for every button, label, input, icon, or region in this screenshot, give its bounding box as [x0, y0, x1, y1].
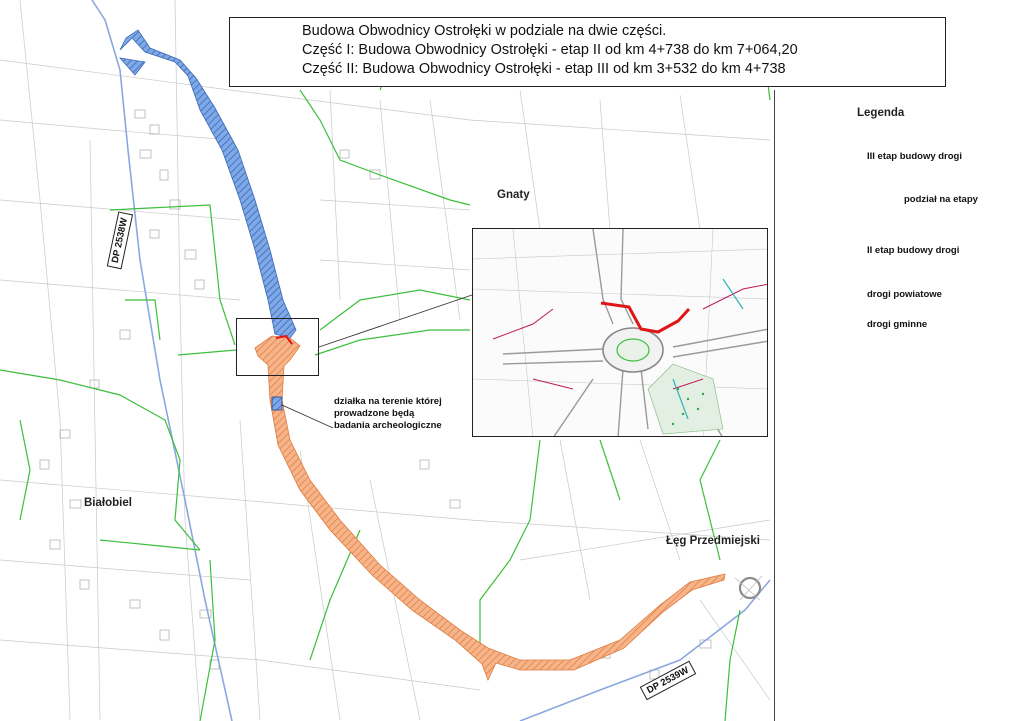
- legend-label-communal-roads: drogi gminne: [867, 319, 928, 330]
- legend-label-stage-ii: II etap budowy drogi: [867, 245, 960, 256]
- roundabout-inset: [472, 228, 768, 437]
- legend-label-division: podział na etapy: [904, 194, 978, 205]
- archaeology-parcel: [271, 396, 283, 411]
- inset-leader-line: [318, 294, 473, 348]
- title-box: Budowa Obwodnicy Ostrołęki w podziale na…: [229, 17, 946, 87]
- legend-label-district-roads: drogi powiatowe: [867, 289, 942, 300]
- inset-focus-frame: [236, 318, 319, 376]
- title-line-1: Budowa Obwodnicy Ostrołęki w podziale na…: [302, 23, 667, 39]
- archaeology-leader-line: [281, 404, 334, 429]
- archaeology-note: działka na terenie której prowadzone będ…: [334, 396, 442, 432]
- note-line-3: badania archeologiczne: [334, 420, 442, 431]
- legend-title: Legenda: [857, 107, 905, 119]
- note-line-1: działka na terenie której: [334, 396, 442, 407]
- title-line-2: Część I: Budowa Obwodnicy Ostrołęki - et…: [302, 42, 798, 58]
- note-line-2: prowadzone będą: [334, 408, 415, 419]
- place-gnaty: Gnaty: [497, 189, 530, 201]
- leg-roundabout: [734, 575, 763, 601]
- place-leg-przedmiejski: Łęg Przedmiejski: [666, 535, 760, 547]
- legend-panel: Legenda III etap budowy drogi podział na…: [774, 90, 1024, 721]
- title-line-3: Część II: Budowa Obwodnicy Ostrołęki - e…: [302, 61, 786, 77]
- place-bialobiel: Białobiel: [84, 497, 132, 509]
- inset-drawing: [473, 229, 767, 436]
- legend-label-stage-iii: III etap budowy drogi: [867, 151, 962, 162]
